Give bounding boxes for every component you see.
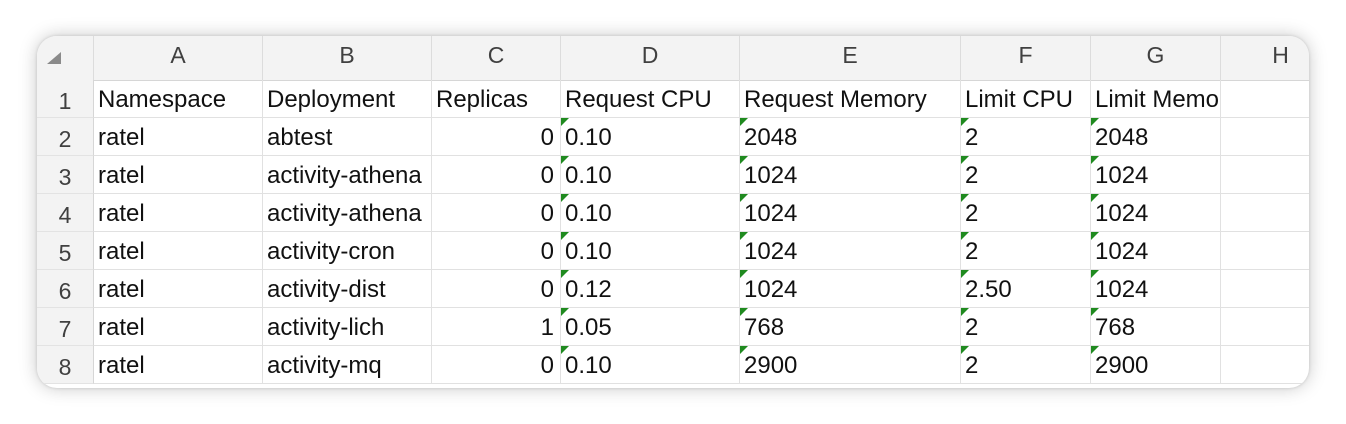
cell-h4[interactable] (1221, 194, 1309, 232)
cell-c3[interactable]: 0 (432, 156, 561, 194)
column-header-g[interactable]: G (1091, 36, 1221, 80)
cell-a4[interactable]: ratel (94, 194, 263, 232)
cell-f3[interactable]: 2 (961, 156, 1091, 194)
column-header-d[interactable]: D (561, 36, 740, 80)
cell-f1[interactable]: Limit CPU (961, 80, 1091, 118)
row-header-6[interactable]: 6 (37, 270, 94, 308)
column-header-b[interactable]: B (263, 36, 432, 80)
cell-h7[interactable] (1221, 308, 1309, 346)
cell-e5[interactable]: 1024 (740, 232, 961, 270)
cell-f8[interactable]: 2 (961, 346, 1091, 384)
cell-a6[interactable]: ratel (94, 270, 263, 308)
cell-c4[interactable]: 0 (432, 194, 561, 232)
cell-a8[interactable]: ratel (94, 346, 263, 384)
column-header-a[interactable]: A (94, 36, 263, 80)
cell-e6[interactable]: 1024 (740, 270, 961, 308)
row-header-8[interactable]: 8 (37, 346, 94, 384)
cell-f2[interactable]: 2 (961, 118, 1091, 156)
spreadsheet-window: A B C D E F G H 1 Namespace Deployment Replicas Requ… (37, 36, 1309, 388)
cell-e3[interactable]: 1024 (740, 156, 961, 194)
cell-e8[interactable]: 2900 (740, 346, 961, 384)
column-header-e[interactable]: E (740, 36, 961, 80)
cell-b5[interactable]: activity-cron (263, 232, 432, 270)
cell-g7[interactable]: 768 (1091, 308, 1221, 346)
cell-g3[interactable]: 1024 (1091, 156, 1221, 194)
row-header-1[interactable]: 1 (37, 80, 94, 118)
cell-a7[interactable]: ratel (94, 308, 263, 346)
cell-f5[interactable]: 2 (961, 232, 1091, 270)
cell-b2[interactable]: abtest (263, 118, 432, 156)
cell-g1[interactable]: Limit Memory (1091, 80, 1221, 118)
row-header-5[interactable]: 5 (37, 232, 94, 270)
cell-d6[interactable]: 0.12 (561, 270, 740, 308)
select-all-corner[interactable] (37, 36, 94, 80)
row-header-4[interactable]: 4 (37, 194, 94, 232)
cell-d3[interactable]: 0.10 (561, 156, 740, 194)
cell-d1[interactable]: Request CPU (561, 80, 740, 118)
cell-d2[interactable]: 0.10 (561, 118, 740, 156)
cell-g5[interactable]: 1024 (1091, 232, 1221, 270)
cell-e4[interactable]: 1024 (740, 194, 961, 232)
cell-g2[interactable]: 2048 (1091, 118, 1221, 156)
cell-b7[interactable]: activity-lich (263, 308, 432, 346)
cell-c8[interactable]: 0 (432, 346, 561, 384)
cell-h6[interactable] (1221, 270, 1309, 308)
select-all-triangle-icon (47, 52, 61, 64)
cell-b3[interactable]: activity-athena (263, 156, 432, 194)
cell-b8[interactable]: activity-mq (263, 346, 432, 384)
cell-d4[interactable]: 0.10 (561, 194, 740, 232)
row-header-2[interactable]: 2 (37, 118, 94, 156)
cell-a5[interactable]: ratel (94, 232, 263, 270)
cell-h5[interactable] (1221, 232, 1309, 270)
cell-c1[interactable]: Replicas (432, 80, 561, 118)
cell-d8[interactable]: 0.10 (561, 346, 740, 384)
cell-c7[interactable]: 1 (432, 308, 561, 346)
cell-c6[interactable]: 0 (432, 270, 561, 308)
cell-g8[interactable]: 2900 (1091, 346, 1221, 384)
cell-h1[interactable] (1221, 80, 1309, 118)
cell-c2[interactable]: 0 (432, 118, 561, 156)
cell-f4[interactable]: 2 (961, 194, 1091, 232)
cell-a2[interactable]: ratel (94, 118, 263, 156)
column-header-f[interactable]: F (961, 36, 1091, 80)
cell-b6[interactable]: activity-dist (263, 270, 432, 308)
cell-g6[interactable]: 1024 (1091, 270, 1221, 308)
row-header-7[interactable]: 7 (37, 308, 94, 346)
cell-a1[interactable]: Namespace (94, 80, 263, 118)
cell-g4[interactable]: 1024 (1091, 194, 1221, 232)
cell-e2[interactable]: 2048 (740, 118, 961, 156)
cell-d7[interactable]: 0.05 (561, 308, 740, 346)
cell-c5[interactable]: 0 (432, 232, 561, 270)
column-header-c[interactable]: C (432, 36, 561, 80)
cell-h8[interactable] (1221, 346, 1309, 384)
cell-e1[interactable]: Request Memory (740, 80, 961, 118)
cell-h3[interactable] (1221, 156, 1309, 194)
cell-f7[interactable]: 2 (961, 308, 1091, 346)
cell-e7[interactable]: 768 (740, 308, 961, 346)
cell-b4[interactable]: activity-athena (263, 194, 432, 232)
cell-d5[interactable]: 0.10 (561, 232, 740, 270)
column-header-h[interactable]: H (1221, 36, 1309, 80)
cell-b1[interactable]: Deployment (263, 80, 432, 118)
cell-h2[interactable] (1221, 118, 1309, 156)
row-header-3[interactable]: 3 (37, 156, 94, 194)
cell-f6[interactable]: 2.50 (961, 270, 1091, 308)
cell-a3[interactable]: ratel (94, 156, 263, 194)
